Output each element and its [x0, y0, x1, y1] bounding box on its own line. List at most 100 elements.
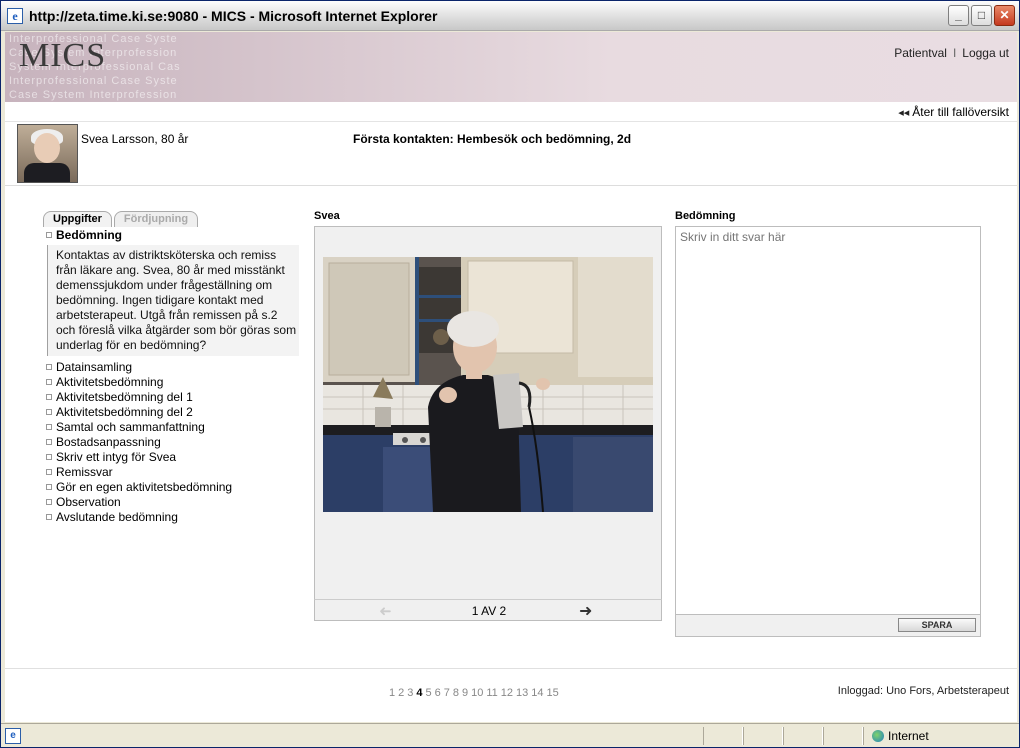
collapse-box-icon [46, 393, 52, 400]
logged-in-user: Inloggad: Uno Fors, Arbetsterapeut [837, 685, 1009, 697]
globe-icon [872, 729, 884, 742]
task-label: Bostadsanpassning [56, 435, 161, 449]
task-label: Datainsamling [56, 360, 133, 374]
task-label: Samtal och sammanfattning [56, 420, 205, 434]
status-cell [703, 727, 743, 745]
task-item[interactable]: Samtal och sammanfattning [43, 420, 303, 435]
image-pager: ➜ 1 AV 2 ➜ [314, 599, 662, 621]
watermark-line: Interprofessional Case Syste [9, 75, 178, 87]
task-items: Datainsamling Aktivitetsbedömning Aktivite… [43, 360, 303, 525]
page-number-link[interactable]: 1 [389, 687, 395, 699]
collapse-box-icon [46, 231, 52, 238]
nav-separator: I [952, 46, 957, 60]
back-bar: ◂◂ Åter till fallöversikt [5, 102, 1017, 122]
window-title: http://zeta.time.ki.se:9080 - MICS - Mic… [29, 7, 438, 24]
task-item[interactable]: Bostadsanpassning [43, 435, 303, 450]
task-label: Aktivitetsbedömning [56, 375, 164, 389]
double-left-arrow-icon: ◂◂ [898, 107, 910, 119]
contact-title: Första kontakten: Hembesök och bedömning… [353, 132, 632, 146]
collapse-box-icon [46, 513, 52, 520]
patient-photo [323, 257, 653, 512]
page-number-link[interactable]: 13 [516, 687, 528, 699]
back-link-label: Åter till fallöversikt [912, 105, 1009, 119]
save-button[interactable]: SPARA [898, 618, 976, 632]
page-number-link[interactable]: 9 [462, 687, 468, 699]
collapse-box-icon [46, 498, 52, 505]
task-item[interactable]: Gör en egen aktivitetsbedömning [43, 480, 303, 495]
page-number-link[interactable]: 7 [444, 687, 450, 699]
tab-fordjupning[interactable]: Fördjupning [113, 211, 199, 227]
footer: 1 2 3 4 5 6 7 8 9 10 11 12 13 14 15 Inloggad: Uno Fors… [5, 668, 1017, 722]
status-cell [823, 727, 863, 745]
top-nav: Patientval I Logga ut [894, 46, 1009, 60]
collapse-box-icon [46, 468, 52, 475]
task-item[interactable]: Datainsamling [43, 360, 303, 375]
task-label: Skriv ett intyg för Svea [56, 450, 177, 464]
page-indicator: 1 AV 2 [471, 604, 507, 618]
browser-window: e http://zeta.time.ki.se:9080 - MICS - M… [0, 0, 1020, 748]
maximize-button[interactable]: □ [971, 5, 992, 26]
page-numbers: 1 2 3 4 5 6 7 8 9 10 11 12 13 14 15 [389, 687, 562, 699]
page-number-link[interactable]: 2 [398, 687, 404, 699]
task-item[interactable]: Avslutande bedömning [43, 510, 303, 525]
patient-header: Svea Larsson, 80 år Första kontakten: He… [5, 122, 1017, 186]
page-number-link[interactable]: 5 [426, 687, 432, 699]
assessment-panel: Bedömning SPARA [675, 210, 983, 637]
task-item[interactable]: Aktivitetsbedömning del 2 [43, 405, 303, 420]
task-item[interactable]: Observation [43, 495, 303, 510]
task-item[interactable]: Aktivitetsbedömning del 1 [43, 390, 303, 405]
tab-uppgifter[interactable]: Uppgifter [43, 211, 112, 227]
assessment-title: Bedömning [675, 210, 736, 222]
kitchen-scene [323, 257, 653, 512]
task-item-open[interactable]: Bedömning [43, 228, 303, 243]
media-title: Svea [314, 210, 340, 222]
collapse-box-icon [46, 378, 52, 385]
task-label: Bedömning [56, 228, 122, 242]
status-cell [783, 727, 823, 745]
zone-label: Internet [888, 729, 929, 743]
task-description: Kontaktas av distriktsköterska och remis… [47, 245, 299, 356]
task-panel: Uppgifter Fördjupning Bedömning Kontakta… [43, 210, 303, 525]
back-to-overview-link[interactable]: ◂◂ Åter till fallöversikt [898, 105, 1009, 119]
watermark-line: Case System Interprofession [9, 89, 178, 101]
patient-select-link[interactable]: Patientval [894, 46, 947, 60]
collapse-box-icon [46, 453, 52, 460]
mics-logo: MICS [19, 37, 107, 74]
save-bar: SPARA [675, 615, 981, 637]
collapse-box-icon [46, 483, 52, 490]
page-number-link[interactable]: 4 [416, 687, 422, 699]
task-tabs: Uppgifter Fördjupning [43, 210, 303, 227]
task-item[interactable]: Aktivitetsbedömning [43, 375, 303, 390]
task-list: Bedömning Kontaktas av distriktsköterska… [43, 228, 303, 525]
page-number-link[interactable]: 14 [531, 687, 543, 699]
page-number-link[interactable]: 3 [407, 687, 413, 699]
next-arrow-icon[interactable]: ➜ [579, 601, 592, 621]
task-label: Aktivitetsbedömning del 1 [56, 390, 193, 404]
page-number-link[interactable]: 12 [501, 687, 513, 699]
header-banner: Interprofessional Case Syste Case System … [5, 32, 1017, 102]
minimize-button[interactable]: _ [948, 5, 969, 26]
task-item[interactable]: Remissvar [43, 465, 303, 480]
task-label: Observation [56, 495, 121, 509]
task-item[interactable]: Skriv ett intyg för Svea [43, 450, 303, 465]
page-number-link[interactable]: 6 [435, 687, 441, 699]
media-panel: Svea ➜ 1 AV 2 ➜ [314, 210, 664, 621]
task-label: Aktivitetsbedömning del 2 [56, 405, 193, 419]
task-label: Avslutande bedömning [56, 510, 178, 524]
title-bar: e http://zeta.time.ki.se:9080 - MICS - M… [1, 1, 1019, 31]
status-bar: e Internet [1, 723, 1019, 747]
status-cell [743, 727, 783, 745]
task-label: Remissvar [56, 465, 113, 479]
page-status-icon: e [5, 728, 21, 744]
collapse-box-icon [46, 363, 52, 370]
answer-textarea[interactable] [675, 226, 981, 615]
close-button[interactable]: ✕ [994, 5, 1015, 26]
page-number-link[interactable]: 8 [453, 687, 459, 699]
patient-name: Svea Larsson, 80 år [81, 132, 189, 146]
collapse-box-icon [46, 423, 52, 430]
page-number-link[interactable]: 15 [547, 687, 559, 699]
logout-link[interactable]: Logga ut [962, 46, 1009, 60]
page-number-link[interactable]: 10 [471, 687, 483, 699]
patient-avatar [17, 124, 78, 183]
page-number-link[interactable]: 11 [486, 687, 497, 699]
